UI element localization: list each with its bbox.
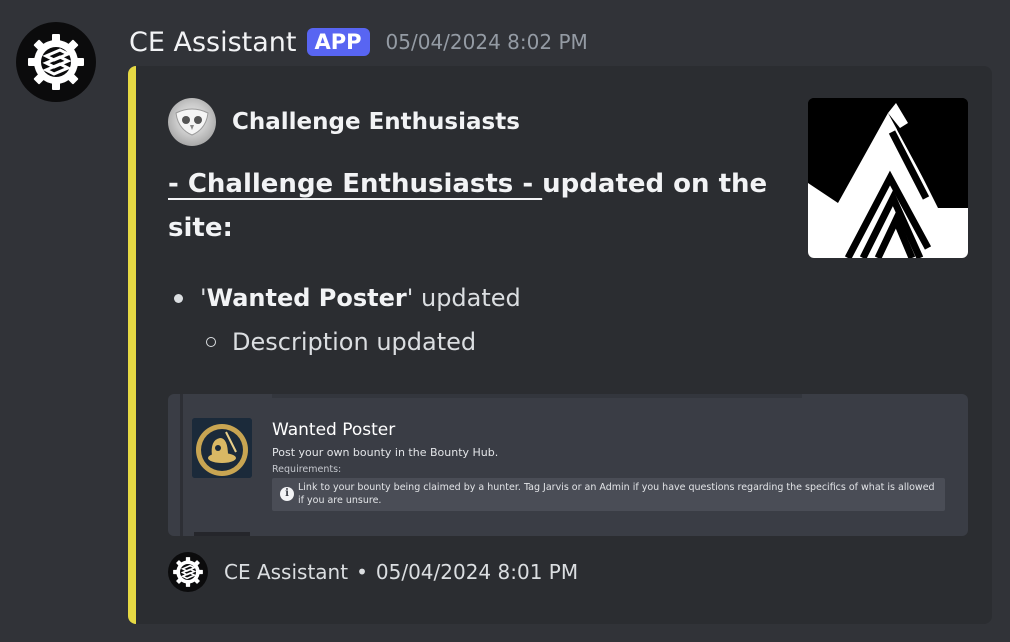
footer-name: CE Assistant	[224, 560, 349, 584]
info-icon: i	[280, 487, 294, 501]
username[interactable]: CE Assistant	[129, 27, 297, 58]
embed-image[interactable]: Wanted Poster Post your own bounty in th…	[168, 394, 968, 536]
gear-logo-icon	[173, 557, 203, 587]
embed-footer: CE Assistant • 05/04/2024 8:01 PM	[168, 552, 578, 592]
achievement-title: Wanted Poster	[272, 420, 396, 440]
embed-author: Challenge Enthusiasts	[168, 98, 520, 146]
embed-card: Challenge Enthusiasts - Challenge Enthus…	[128, 66, 992, 624]
footer-avatar	[168, 552, 208, 592]
embed-author-name: Challenge Enthusiasts	[232, 109, 520, 135]
message-header: CE Assistant APP 05/04/2024 8:02 PM	[129, 22, 588, 62]
footer-text: CE Assistant • 05/04/2024 8:01 PM	[224, 560, 578, 584]
footer-timestamp: 05/04/2024 8:01 PM	[375, 560, 579, 584]
achievement-name: Wanted Poster	[206, 284, 407, 312]
embed-thumbnail[interactable]	[808, 98, 968, 258]
achievement-description: Post your own bounty in the Bounty Hub.	[272, 446, 499, 459]
footer-separator: •	[356, 560, 368, 584]
owl-icon	[168, 98, 216, 146]
requirements-label: Requirements:	[272, 464, 342, 475]
app-badge: APP	[306, 28, 370, 56]
gear-logo-icon	[28, 34, 84, 90]
image-bottom-edge	[194, 532, 250, 536]
image-divider	[180, 394, 183, 536]
list-item: 'Wanted Poster' updated	[168, 276, 521, 320]
mountain-logo-icon	[808, 98, 968, 258]
challenge-enthusiasts-link[interactable]: - Challenge Enthusiasts -	[168, 169, 542, 199]
achievement-icon	[192, 418, 252, 478]
requirement-note: i Link to your bounty being claimed by a…	[272, 478, 945, 511]
requirement-note-text: Link to your bounty being claimed by a h…	[298, 482, 935, 506]
message-timestamp[interactable]: 05/04/2024 8:02 PM	[386, 30, 588, 54]
image-top-edge	[272, 394, 802, 398]
sub-list-item: Description updated	[168, 320, 521, 364]
embed-title: - Challenge Enthusiasts - updated on the…	[168, 162, 768, 250]
bot-avatar[interactable]	[16, 22, 96, 102]
update-list: 'Wanted Poster' updated Description upda…	[168, 276, 521, 364]
